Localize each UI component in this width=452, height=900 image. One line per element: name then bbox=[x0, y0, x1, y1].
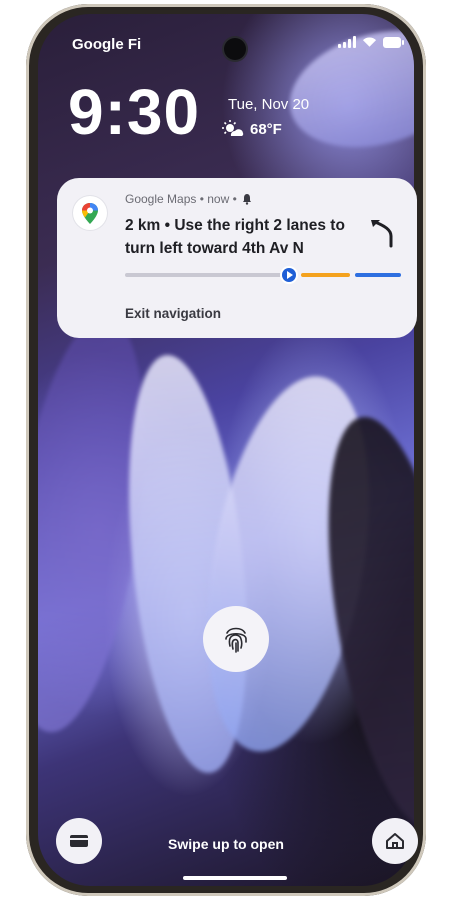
signal-icon bbox=[338, 36, 356, 48]
home-icon bbox=[386, 833, 404, 849]
notification-meta-text: Google Maps • now • bbox=[125, 192, 237, 206]
notification-meta: Google Maps • now • bbox=[125, 192, 253, 206]
navigation-instruction: 2 km • Use the right 2 lanes to turn lef… bbox=[125, 217, 345, 257]
front-camera bbox=[224, 38, 246, 60]
fingerprint-sensor-button[interactable] bbox=[203, 606, 269, 672]
map-pin-icon bbox=[82, 203, 98, 224]
alarm-bell-icon bbox=[242, 194, 251, 205]
turn-left-arrow-icon bbox=[371, 220, 393, 248]
weather-temp: 68°F bbox=[250, 120, 282, 138]
battery-icon bbox=[383, 36, 404, 48]
route-traveled bbox=[125, 273, 285, 277]
lock-date: Tue, Nov 20 bbox=[228, 96, 310, 113]
wifi-icon bbox=[362, 37, 377, 47]
route-remaining-blue bbox=[355, 273, 401, 277]
status-icons bbox=[338, 36, 404, 48]
carrier-label: Google Fi bbox=[72, 36, 142, 53]
exit-navigation-button[interactable]: Exit navigation bbox=[125, 306, 221, 321]
route-progress-bar bbox=[125, 268, 401, 282]
weather-widget[interactable]: 68°F bbox=[222, 120, 282, 138]
home-shortcut-button[interactable] bbox=[372, 818, 418, 864]
partly-sunny-icon bbox=[222, 120, 244, 136]
wallet-icon bbox=[70, 835, 88, 847]
gesture-home-bar[interactable] bbox=[183, 876, 287, 880]
google-maps-app-icon bbox=[73, 196, 107, 230]
fingerprint-icon bbox=[225, 627, 247, 653]
route-traffic-orange bbox=[301, 273, 350, 277]
current-position-marker bbox=[282, 268, 296, 282]
maps-navigation-notification[interactable]: Google Maps • now • 2 km • Use the right… bbox=[57, 178, 417, 338]
wallet-shortcut-button[interactable] bbox=[56, 818, 102, 864]
lock-clock: 9:30 bbox=[68, 76, 201, 148]
